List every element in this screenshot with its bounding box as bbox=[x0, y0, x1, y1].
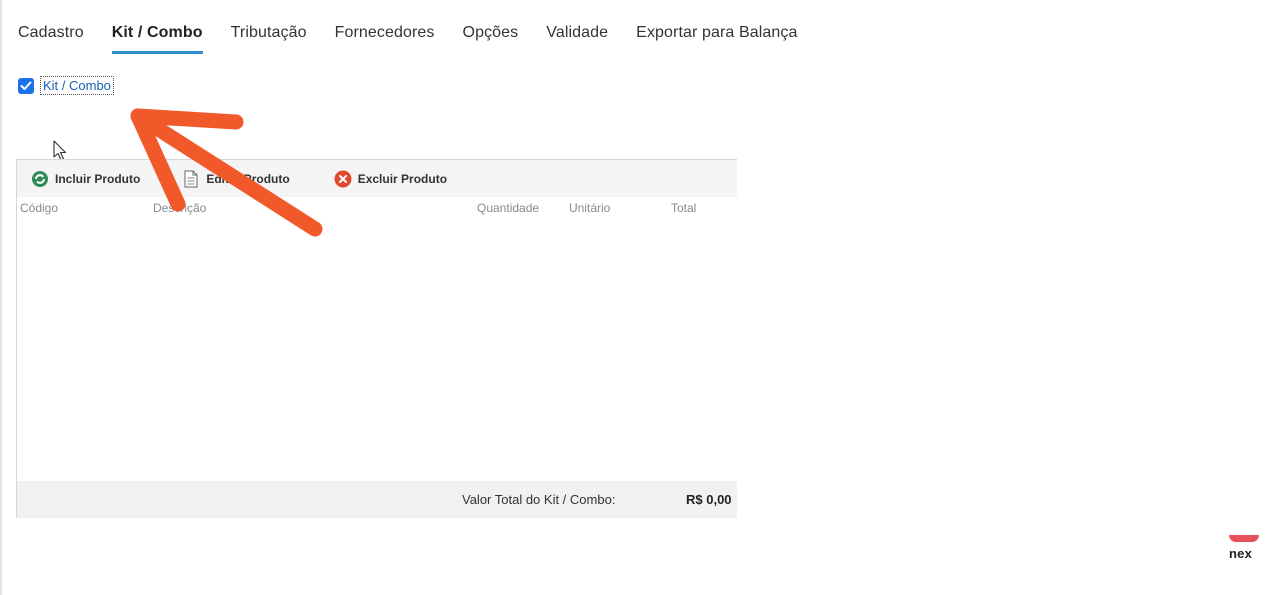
kit-total-label: Valor Total do Kit / Combo: bbox=[462, 492, 616, 507]
tab-fornecedores[interactable]: Fornecedores bbox=[335, 24, 435, 51]
tab-bar: Cadastro Kit / Combo Tributação Forneced… bbox=[18, 24, 825, 56]
refresh-add-icon bbox=[31, 170, 49, 188]
annotation-arrow-icon bbox=[120, 96, 330, 251]
window-left-border bbox=[0, 0, 2, 595]
tab-validade[interactable]: Validade bbox=[546, 24, 608, 51]
column-header-quantidade[interactable]: Quantidade bbox=[477, 201, 539, 215]
tab-kit-combo[interactable]: Kit / Combo bbox=[111, 24, 203, 54]
kit-combo-checkbox-label[interactable]: Kit / Combo bbox=[40, 76, 114, 95]
kit-combo-checkbox[interactable]: Kit / Combo bbox=[18, 76, 114, 95]
column-header-total[interactable]: Total bbox=[671, 201, 696, 215]
kit-total-value: R$ 0,00 bbox=[686, 492, 732, 507]
nex-logo-text: nex bbox=[1229, 546, 1253, 561]
column-header-unitario[interactable]: Unitário bbox=[569, 201, 610, 215]
delete-x-icon bbox=[334, 170, 352, 188]
delete-product-button[interactable]: Excluir Produto bbox=[334, 170, 447, 188]
tab-opcoes[interactable]: Opções bbox=[463, 24, 519, 51]
nex-logo: nex bbox=[1227, 535, 1261, 565]
tab-cadastro[interactable]: Cadastro bbox=[18, 24, 84, 51]
nex-logo-mark-icon bbox=[1229, 535, 1259, 542]
column-header-codigo[interactable]: Código bbox=[20, 201, 58, 215]
delete-product-label: Excluir Produto bbox=[357, 171, 448, 186]
tab-tributacao[interactable]: Tributação bbox=[231, 24, 307, 51]
kit-total-footer: Valor Total do Kit / Combo: R$ 0,00 bbox=[17, 481, 737, 518]
tab-exportar-balanca[interactable]: Exportar para Balança bbox=[636, 24, 797, 51]
checkbox-checked-icon[interactable] bbox=[18, 77, 34, 94]
